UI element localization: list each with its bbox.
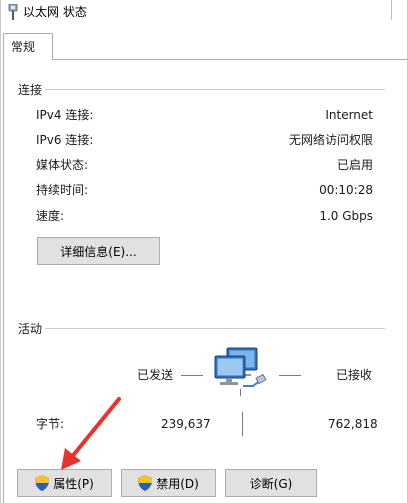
bytes-label: 字节: — [36, 417, 65, 431]
general-tab-panel — [3, 59, 407, 503]
sent-label: 已发送 — [137, 368, 174, 382]
bytes-received-value: 762,818 — [328, 417, 378, 431]
disable-button[interactable]: 禁用(D) — [121, 469, 216, 497]
received-label: 已接收 — [336, 368, 373, 382]
title-bar-divider — [391, 0, 392, 20]
ipv6-label: IPv6 连接: — [36, 133, 94, 147]
activity-divider — [242, 412, 243, 436]
connection-section-rule — [45, 89, 385, 90]
details-button[interactable]: 详细信息(E)... — [37, 237, 160, 265]
disable-button-label: 禁用(D) — [156, 476, 199, 491]
title-bar[interactable]: 以太网 状态 — [1, 0, 407, 28]
uac-shield-icon — [138, 475, 153, 491]
ipv4-label: IPv4 连接: — [36, 108, 94, 122]
media-state-label: 媒体状态: — [36, 158, 89, 172]
duration-label: 持续时间: — [36, 183, 89, 197]
activity-section-rule — [45, 328, 385, 329]
ipv4-value: Internet — [325, 108, 373, 122]
network-computers-icon — [214, 347, 267, 396]
properties-button-label: 属性(P) — [53, 476, 94, 491]
sent-dash — [181, 375, 203, 376]
speed-label: 速度: — [36, 209, 65, 223]
ethernet-status-window: 以太网 状态 常规 连接 IPv4 连接: Internet IPv6 连接: … — [0, 0, 408, 503]
duration-value: 00:10:28 — [319, 183, 373, 197]
received-dash — [279, 375, 301, 376]
uac-shield-icon — [35, 475, 50, 491]
ipv6-value: 无网络访问权限 — [288, 133, 373, 147]
diagnose-button[interactable]: 诊断(G) — [225, 469, 317, 497]
properties-button[interactable]: 属性(P) — [17, 469, 112, 497]
network-cable-icon — [8, 4, 18, 20]
bytes-sent-value: 239,637 — [161, 417, 211, 431]
tab-general[interactable]: 常规 — [3, 33, 53, 60]
media-state-value: 已启用 — [336, 158, 373, 172]
speed-value: 1.0 Gbps — [319, 209, 373, 223]
connection-section-label: 连接 — [18, 81, 43, 98]
activity-section-label: 活动 — [18, 320, 43, 337]
window-title: 以太网 状态 — [23, 5, 87, 19]
